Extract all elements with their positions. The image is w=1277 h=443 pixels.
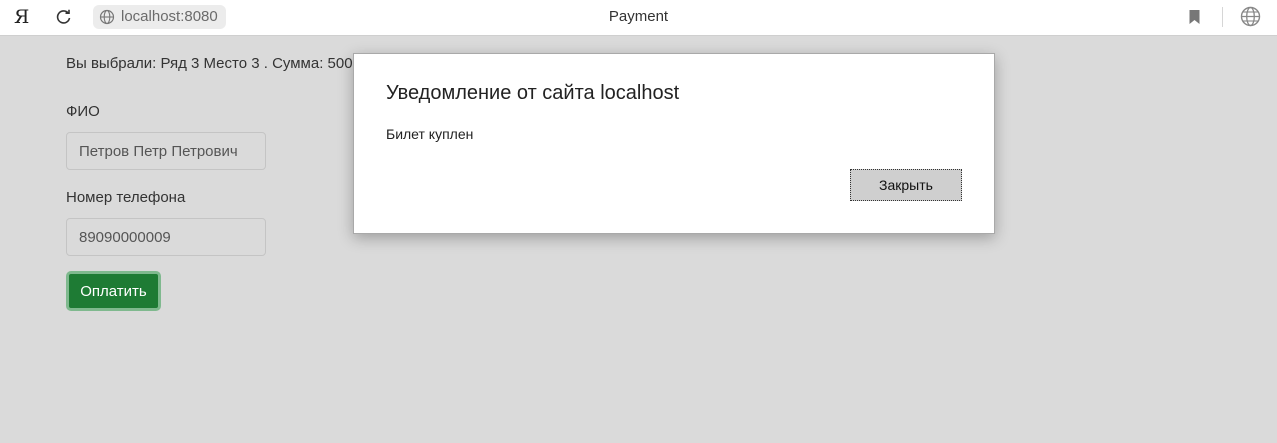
site-info-icon[interactable]	[99, 9, 115, 25]
browser-toolbar: Я localhost:8080 Payment	[0, 0, 1277, 36]
selection-summary: Вы выбрали: Ряд 3 Место 3 . Сумма: 500	[66, 55, 353, 72]
dialog-message: Билет куплен	[386, 126, 474, 142]
dialog-title: Уведомление от сайта localhost	[386, 82, 680, 104]
reload-icon[interactable]	[55, 8, 73, 26]
globe-icon[interactable]	[1240, 6, 1261, 27]
pay-button[interactable]: Оплатить	[66, 271, 161, 311]
url-text: localhost:8080	[121, 8, 218, 25]
toolbar-divider	[1222, 7, 1223, 27]
fio-field[interactable]	[66, 132, 266, 170]
close-button[interactable]: Закрыть	[850, 169, 962, 201]
yandex-logo[interactable]: Я	[14, 6, 29, 28]
alert-dialog: Уведомление от сайта localhost Билет куп…	[353, 53, 995, 234]
phone-label: Номер телефона	[66, 189, 186, 206]
address-bar[interactable]: localhost:8080	[93, 5, 226, 29]
bookmark-icon[interactable]	[1188, 9, 1201, 25]
phone-field[interactable]	[66, 218, 266, 256]
fio-label: ФИО	[66, 103, 100, 120]
